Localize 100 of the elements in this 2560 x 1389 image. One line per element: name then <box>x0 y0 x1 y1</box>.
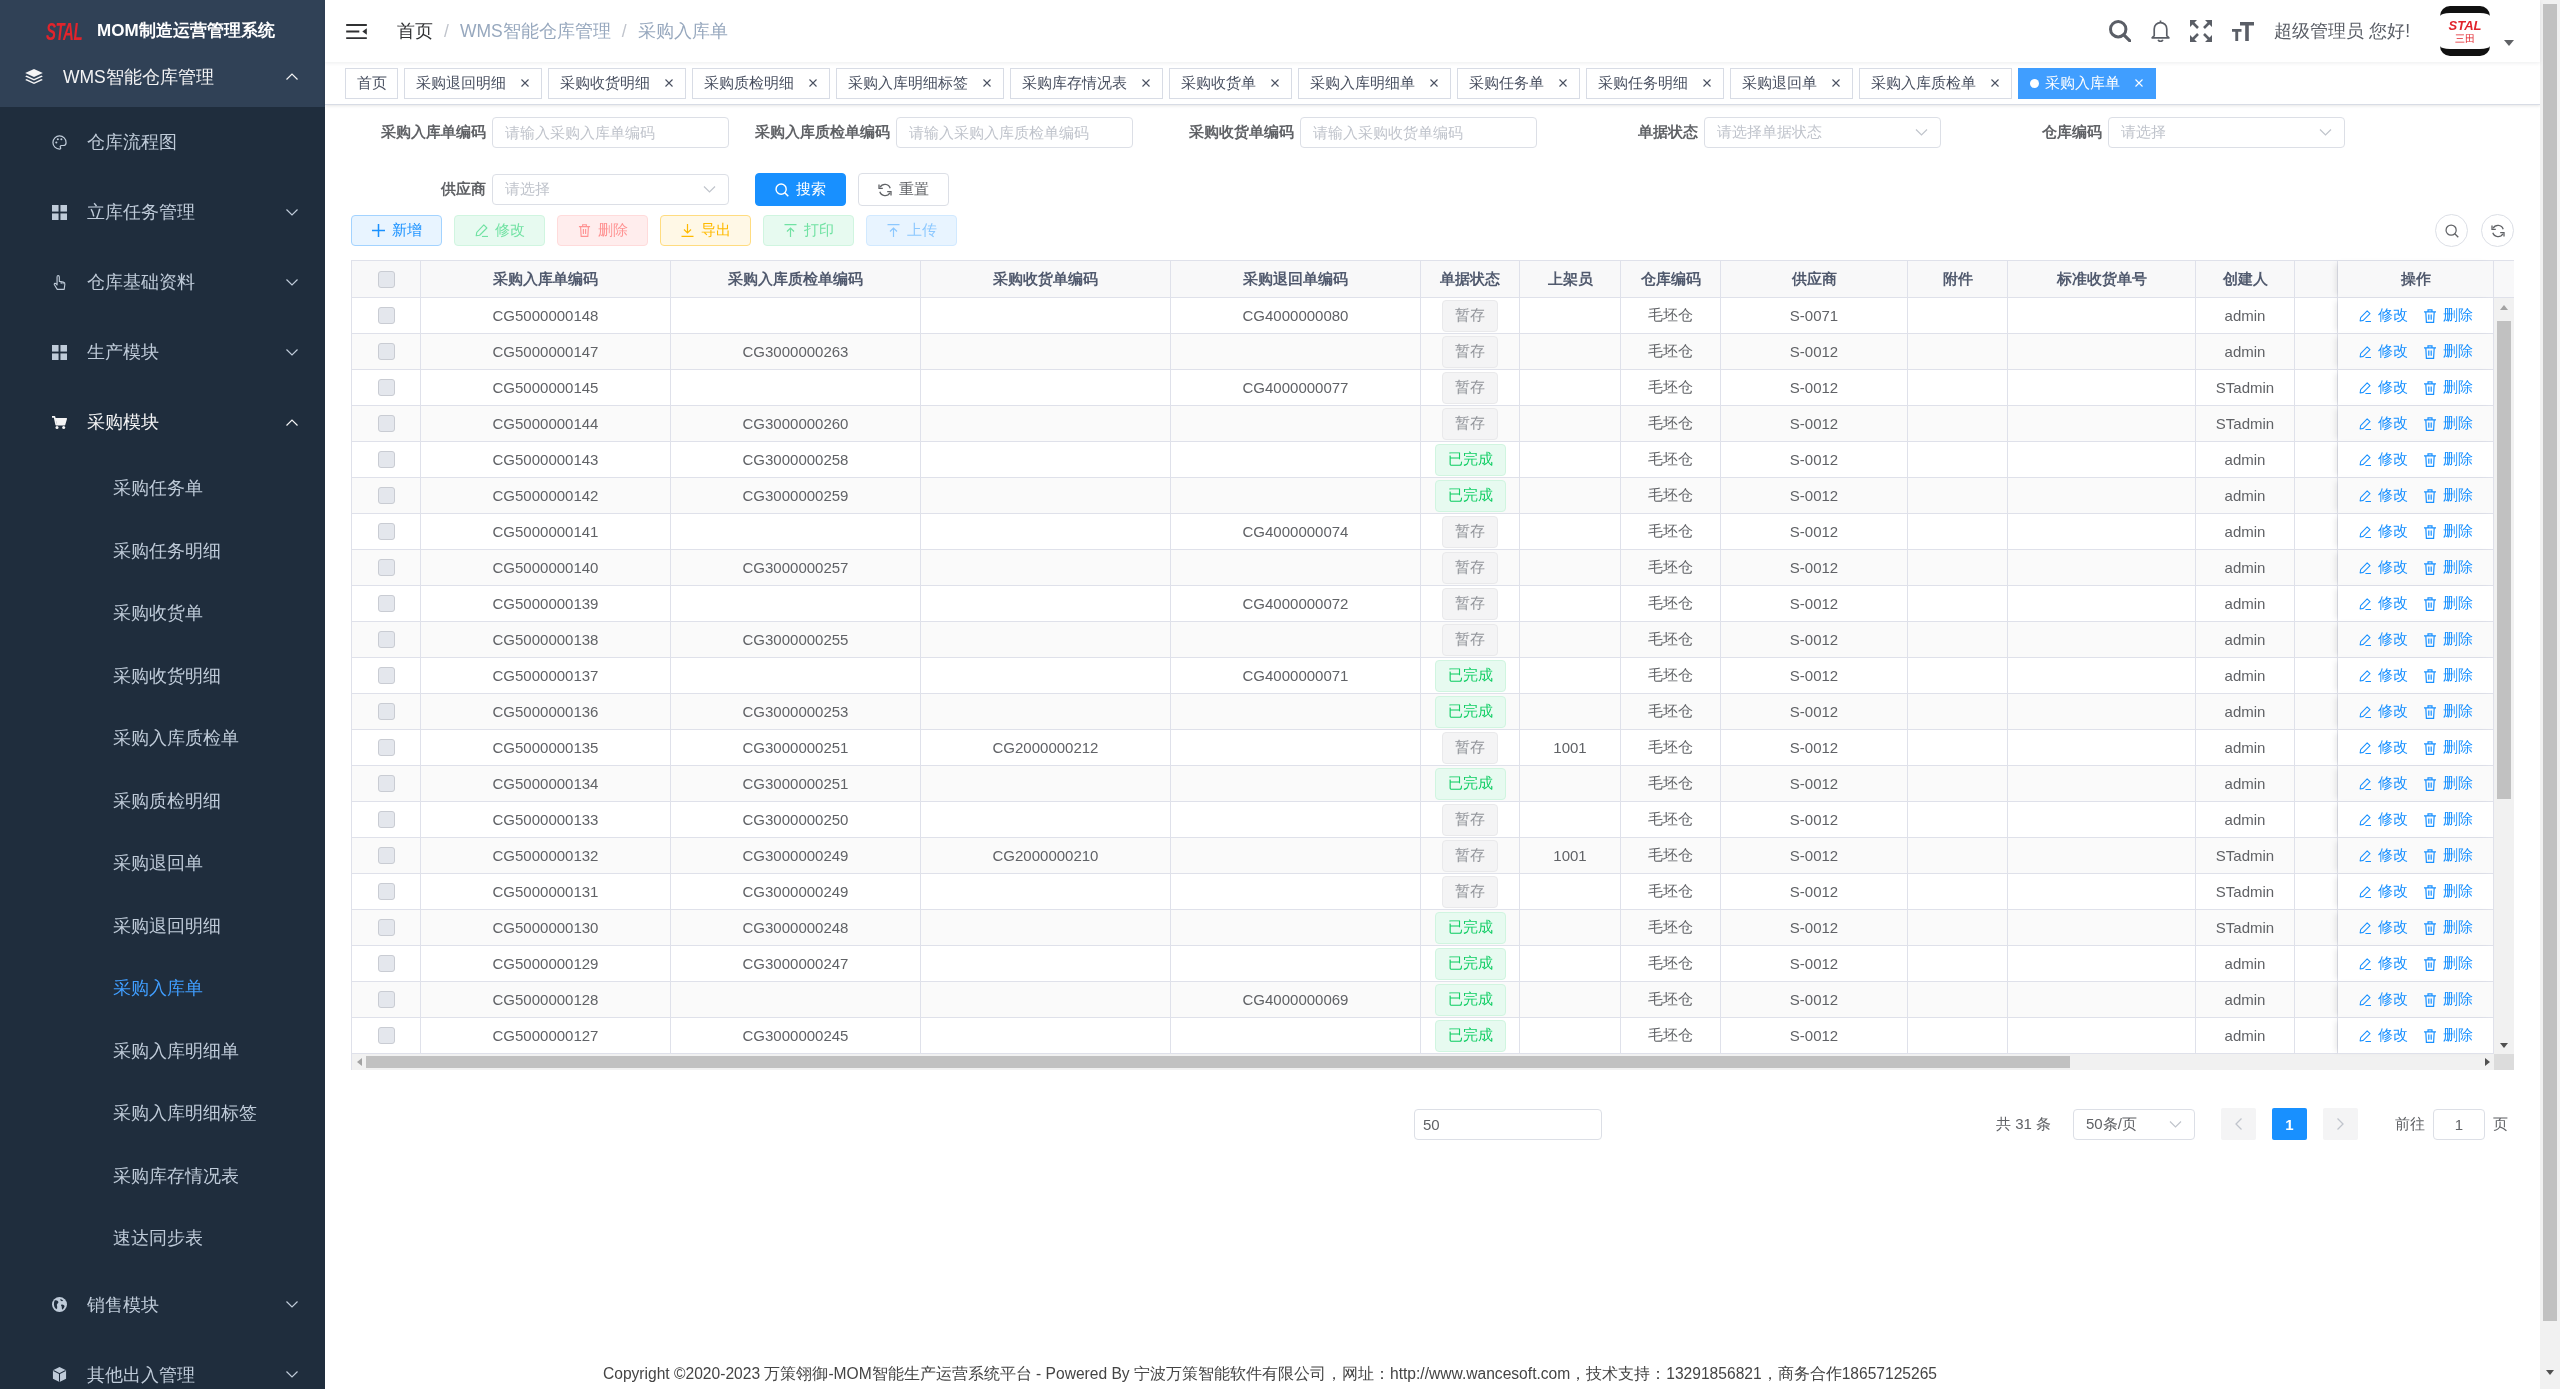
search-icon[interactable] <box>2109 20 2132 42</box>
row-checkbox[interactable] <box>377 523 395 540</box>
edit-link[interactable]: 修改 <box>2358 918 2408 937</box>
delete-link[interactable]: 删除 <box>2423 882 2473 901</box>
select-all-checkbox[interactable] <box>377 270 395 288</box>
row-checkbox[interactable] <box>377 739 395 756</box>
table-row[interactable]: CG5000000132 CG3000000249 CG2000000210 暂存 1001 毛坯仓 S-0012 STadmin 修改 删除 <box>352 838 2494 874</box>
row-checkbox[interactable] <box>377 991 395 1008</box>
edit-link[interactable]: 修改 <box>2358 306 2408 325</box>
page-input[interactable]: 1 <box>2433 1108 2485 1140</box>
arrow-down-icon[interactable] <box>2546 1370 2554 1375</box>
delete-link[interactable]: 删除 <box>2423 306 2473 325</box>
menu-item[interactable]: 采购入库明细单 <box>0 1019 325 1082</box>
scrollbar-thumb[interactable] <box>366 1056 2070 1068</box>
menu-item[interactable]: 采购退回明细 <box>0 894 325 957</box>
table-row[interactable]: CG5000000135 CG3000000251 CG2000000212 暂存 1001 毛坯仓 S-0012 admin 修改 删除 <box>352 730 2494 766</box>
menu-item[interactable]: 采购入库质检单 <box>0 707 325 770</box>
menu-item[interactable]: 采购收货单 <box>0 582 325 645</box>
search-button[interactable]: 搜索 <box>755 173 846 206</box>
row-checkbox[interactable] <box>377 919 395 936</box>
close-icon[interactable] <box>1430 79 1438 87</box>
delete-link[interactable]: 删除 <box>2423 1026 2473 1045</box>
table-row[interactable]: CG5000000143 CG3000000258 已完成 毛坯仓 S-0012 admin 修改 删除 <box>352 442 2494 478</box>
menu-item[interactable]: 采购入库单 <box>0 957 325 1020</box>
arrow-up-icon[interactable] <box>2500 304 2508 310</box>
delete-link[interactable]: 删除 <box>2423 990 2473 1009</box>
edit-link[interactable]: 修改 <box>2358 702 2408 721</box>
edit-link[interactable]: 修改 <box>2358 486 2408 505</box>
reset-button[interactable]: 重置 <box>858 173 949 206</box>
refresh-button[interactable] <box>2481 214 2514 247</box>
row-checkbox[interactable] <box>377 307 395 324</box>
delete-link[interactable]: 删除 <box>2423 918 2473 937</box>
table-row[interactable]: CG5000000134 CG3000000251 已完成 毛坯仓 S-0012 admin 修改 删除 <box>352 766 2494 802</box>
page-scrollbar[interactable] <box>2540 0 2560 1389</box>
delete-link[interactable]: 删除 <box>2423 702 2473 721</box>
menu-item[interactable]: 采购任务明细 <box>0 519 325 582</box>
row-checkbox[interactable] <box>377 343 395 360</box>
delete-link[interactable]: 删除 <box>2423 558 2473 577</box>
row-checkbox[interactable] <box>377 667 395 684</box>
input-field[interactable]: 50 <box>1414 1108 1602 1140</box>
tab[interactable]: 采购质检明细 <box>692 67 830 99</box>
delete-link[interactable]: 删除 <box>2423 846 2473 865</box>
submenu-title[interactable]: 仓库基础资料 <box>0 247 325 317</box>
caret-down-icon[interactable] <box>2504 40 2514 46</box>
row-checkbox[interactable] <box>377 415 395 432</box>
scrollbar-thumb[interactable] <box>2497 321 2511 799</box>
delete-link[interactable]: 删除 <box>2423 378 2473 397</box>
delete-link[interactable]: 删除 <box>2423 954 2473 973</box>
table-row[interactable]: CG5000000139 CG4000000072 暂存 毛坯仓 S-0012 admin 修改 删除 <box>352 586 2494 622</box>
table-row[interactable]: CG5000000133 CG3000000250 暂存 毛坯仓 S-0012 admin 修改 删除 <box>352 802 2494 838</box>
delete-link[interactable]: 删除 <box>2423 342 2473 361</box>
tab[interactable]: 采购收货明细 <box>548 67 686 99</box>
row-checkbox[interactable] <box>377 487 395 504</box>
edit-link[interactable]: 修改 <box>2358 594 2408 613</box>
menu-fold-icon[interactable] <box>346 23 367 39</box>
tab[interactable]: 采购库存情况表 <box>1010 67 1163 99</box>
tab[interactable]: 采购收货单 <box>1169 67 1292 99</box>
menu-item[interactable]: 采购收货明细 <box>0 644 325 707</box>
table-row[interactable]: CG5000000144 CG3000000260 暂存 毛坯仓 S-0012 STadmin 修改 删除 <box>352 406 2494 442</box>
edit-link[interactable]: 修改 <box>2358 882 2408 901</box>
edit-link[interactable]: 修改 <box>2358 450 2408 469</box>
table-row[interactable]: CG5000000148 CG4000000080 暂存 毛坯仓 S-0071 admin 修改 删除 <box>352 298 2494 334</box>
menu-item[interactable]: 采购库存情况表 <box>0 1144 325 1207</box>
row-checkbox[interactable] <box>377 559 395 576</box>
table-row[interactable]: CG5000000131 CG3000000249 暂存 毛坯仓 S-0012 STadmin 修改 删除 <box>352 874 2494 910</box>
edit-link[interactable]: 修改 <box>2358 342 2408 361</box>
table-row[interactable]: CG5000000141 CG4000000074 暂存 毛坯仓 S-0012 admin 修改 删除 <box>352 514 2494 550</box>
menu-item[interactable]: 采购退回单 <box>0 832 325 895</box>
close-icon[interactable] <box>1991 79 1999 87</box>
row-checkbox[interactable] <box>377 847 395 864</box>
input-field[interactable]: 请输入采购收货单编码 <box>1300 117 1537 148</box>
table-row[interactable]: CG5000000140 CG3000000257 暂存 毛坯仓 S-0012 admin 修改 删除 <box>352 550 2494 586</box>
submenu-title[interactable]: 销售模块 <box>0 1269 325 1340</box>
edit-link[interactable]: 修改 <box>2358 990 2408 1009</box>
tab[interactable]: 首页 <box>345 67 398 99</box>
close-icon[interactable] <box>1559 79 1567 87</box>
font-size-icon[interactable] <box>2232 20 2255 42</box>
edit-link[interactable]: 修改 <box>2358 954 2408 973</box>
page-size-select[interactable]: 50条/页 <box>2073 1108 2195 1140</box>
edit-link[interactable]: 修改 <box>2358 1026 2408 1045</box>
close-icon[interactable] <box>1271 79 1279 87</box>
scrollbar-thumb[interactable] <box>2543 4 2557 1321</box>
delete-link[interactable]: 删除 <box>2423 666 2473 685</box>
delete-link[interactable]: 删除 <box>2423 522 2473 541</box>
table-row[interactable]: CG5000000136 CG3000000253 已完成 毛坯仓 S-0012 admin 修改 删除 <box>352 694 2494 730</box>
edit-link[interactable]: 修改 <box>2358 630 2408 649</box>
edit-link[interactable]: 修改 <box>2358 846 2408 865</box>
table-row[interactable]: CG5000000142 CG3000000259 已完成 毛坯仓 S-0012 admin 修改 删除 <box>352 478 2494 514</box>
row-checkbox[interactable] <box>377 883 395 900</box>
table-row[interactable]: CG5000000138 CG3000000255 暂存 毛坯仓 S-0012 admin 修改 删除 <box>352 622 2494 658</box>
menu-group[interactable]: WMS智能仓库管理 <box>0 46 325 107</box>
fullscreen-icon[interactable] <box>2190 20 2213 42</box>
close-icon[interactable] <box>1832 79 1840 87</box>
submenu-title[interactable]: 其他出入管理 <box>0 1339 325 1389</box>
table-row[interactable]: CG5000000130 CG3000000248 已完成 毛坯仓 S-0012 STadmin 修改 删除 <box>352 910 2494 946</box>
tab[interactable]: 采购退回单 <box>1730 67 1853 99</box>
edit-link[interactable]: 修改 <box>2358 810 2408 829</box>
horizontal-scrollbar[interactable] <box>352 1054 2494 1070</box>
breadcrumb-link[interactable]: 首页 <box>397 19 433 43</box>
edit-link[interactable]: 修改 <box>2358 378 2408 397</box>
